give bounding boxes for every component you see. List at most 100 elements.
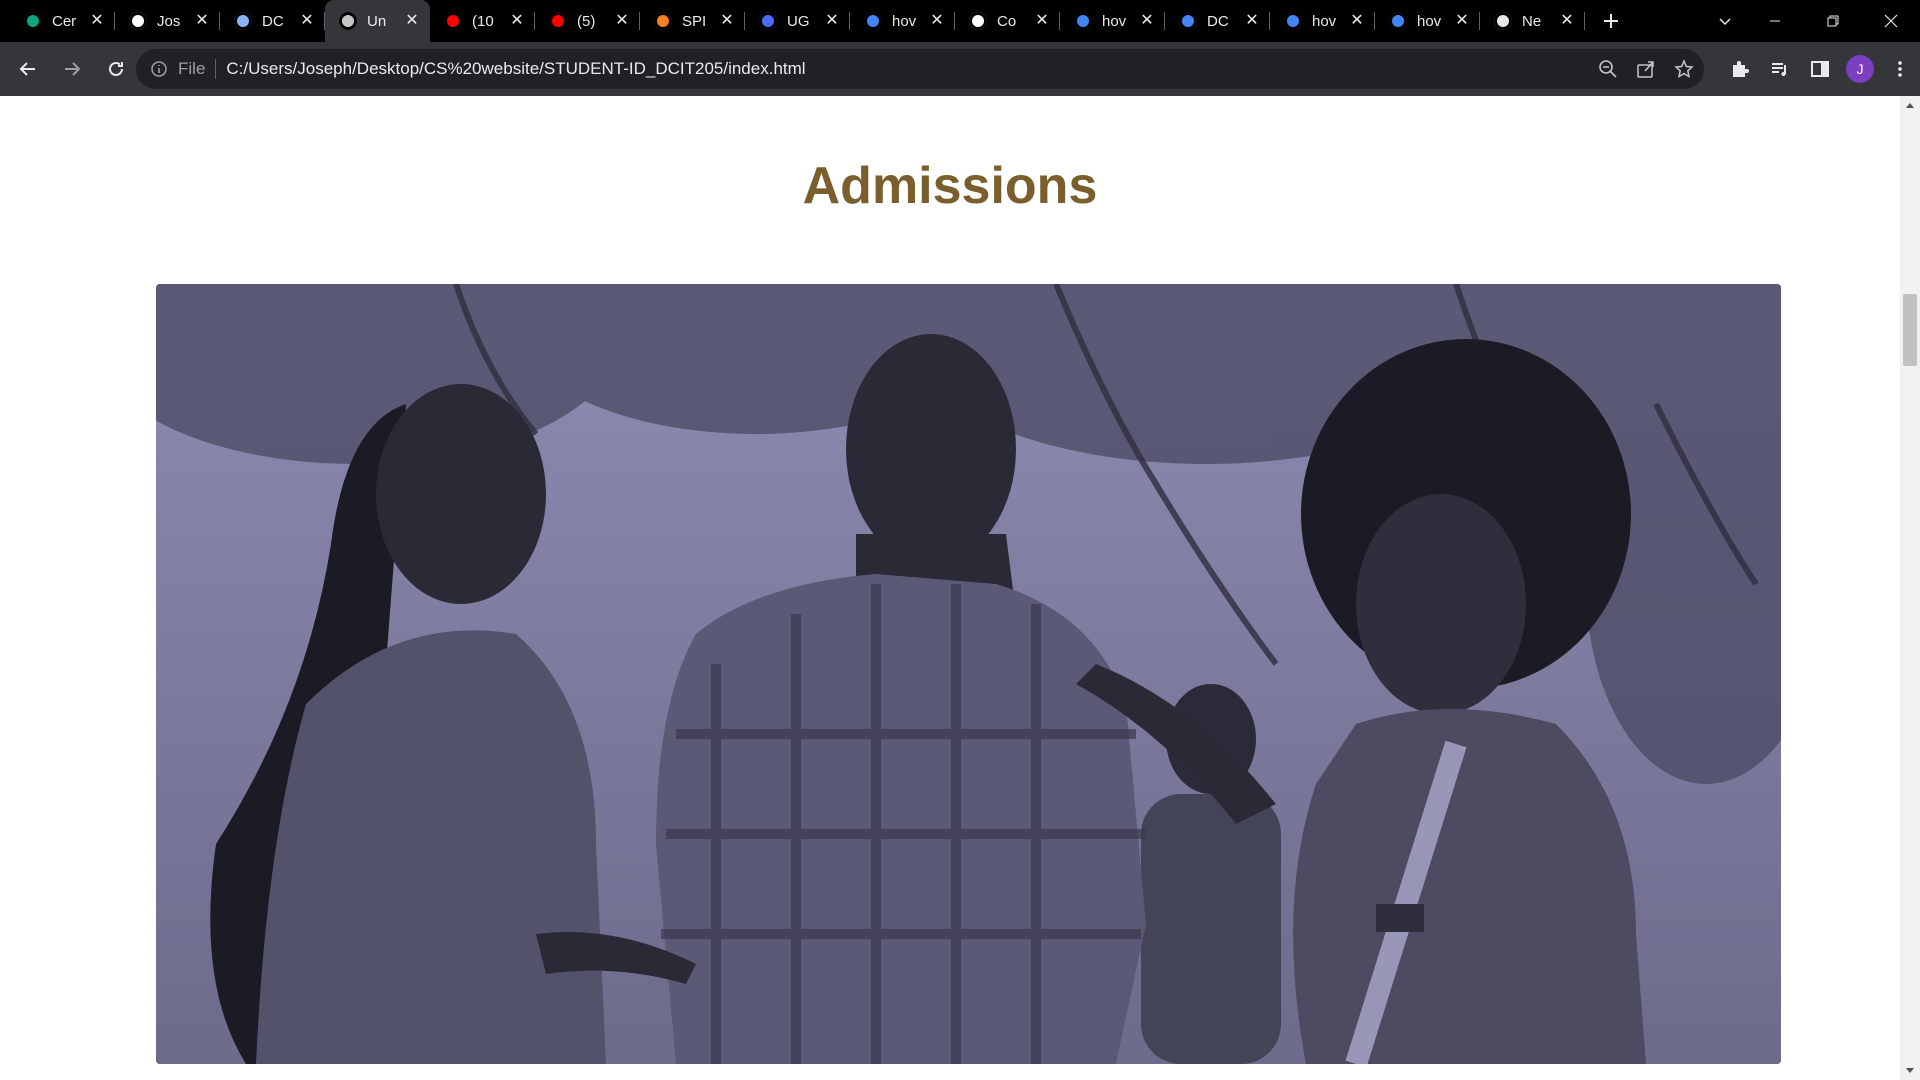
close-icon[interactable]: ✕ — [1034, 13, 1050, 29]
scroll-up-button[interactable] — [1900, 96, 1920, 114]
tab-title: hov — [892, 12, 917, 30]
github-icon — [129, 12, 147, 30]
tab-title: UG — [787, 12, 810, 30]
media-control-button[interactable] — [1766, 55, 1794, 83]
close-icon[interactable]: ✕ — [194, 13, 210, 29]
tab-separator — [1584, 12, 1585, 30]
tab-title: DC — [1207, 12, 1229, 30]
star-icon[interactable] — [1674, 59, 1694, 79]
address-bar[interactable]: File C:/Users/Joseph/Desktop/CS%20websit… — [136, 49, 1704, 89]
google-icon — [1389, 12, 1407, 30]
tab-title: Un — [367, 12, 387, 30]
tab-title: hov — [1312, 12, 1337, 30]
restore-icon — [1827, 15, 1839, 27]
close-icon[interactable]: ✕ — [89, 13, 105, 29]
browser-tab[interactable]: hov ✕ — [850, 0, 955, 42]
menu-button[interactable] — [1886, 55, 1914, 83]
caret-up-icon — [1906, 103, 1914, 108]
chatgpt-icon — [24, 12, 42, 30]
close-icon[interactable]: ✕ — [929, 13, 945, 29]
tab-title: Co — [997, 12, 1017, 30]
side-panel-button[interactable] — [1806, 55, 1834, 83]
students-photo-illustration — [156, 284, 1781, 1064]
url-text[interactable]: C:/Users/Joseph/Desktop/CS%20website/STU… — [226, 59, 805, 79]
browser-tab[interactable]: (10 ✕ — [430, 0, 535, 42]
browser-tab[interactable]: hov ✕ — [1375, 0, 1480, 42]
page-viewport: Admissions — [0, 96, 1900, 1080]
youtube-icon — [444, 12, 462, 30]
browser-tab[interactable]: DC ✕ — [1165, 0, 1270, 42]
browser-tab[interactable]: (5) ✕ — [535, 0, 640, 42]
share-icon[interactable] — [1636, 59, 1656, 79]
extensions-button[interactable] — [1726, 55, 1754, 83]
page-heading: Admissions — [802, 157, 1098, 215]
tab-title: hov — [1102, 12, 1127, 30]
browser-tab[interactable]: Ne ✕ — [1480, 0, 1585, 42]
arrow-left-icon — [19, 62, 35, 76]
globe-icon — [234, 12, 252, 30]
tab-title: hov — [1417, 12, 1442, 30]
tab-title: DC — [262, 12, 284, 30]
close-icon[interactable]: ✕ — [1349, 13, 1365, 29]
browser-tab[interactable]: Cer ✕ — [10, 0, 115, 42]
forward-button[interactable] — [52, 49, 92, 89]
tab-list: Cer ✕ Jos ✕ DC ✕ Un ✕ (10 ✕ (5) ✕ SPI ✕ UG ✕ hov ✕ Co ✕ hov ✕… — [0, 0, 1631, 42]
close-icon[interactable]: ✕ — [1139, 13, 1155, 29]
minimize-icon — [1770, 20, 1780, 22]
tab-search-button[interactable] — [1704, 0, 1746, 42]
new-tab-button[interactable] — [1591, 0, 1631, 42]
tab-title: Cer — [52, 12, 77, 30]
browser-tab[interactable]: Co ✕ — [955, 0, 1060, 42]
close-icon[interactable]: ✕ — [614, 13, 630, 29]
arrow-right-icon — [65, 62, 81, 76]
github-icon — [969, 12, 987, 30]
browser-tab[interactable]: Jos ✕ — [115, 0, 220, 42]
scroll-down-button[interactable] — [1900, 1062, 1920, 1080]
more-vert-icon — [1898, 61, 1902, 77]
back-button[interactable] — [8, 49, 48, 89]
page-icon — [339, 12, 357, 30]
caret-down-icon — [1906, 1068, 1914, 1073]
close-icon[interactable]: ✕ — [1244, 13, 1260, 29]
info-icon[interactable] — [150, 60, 168, 78]
profile-avatar[interactable]: J — [1846, 55, 1874, 83]
close-icon[interactable]: ✕ — [404, 13, 420, 29]
browser-tab[interactable]: hov ✕ — [1270, 0, 1375, 42]
restore-button[interactable] — [1804, 0, 1862, 42]
close-icon[interactable]: ✕ — [719, 13, 735, 29]
puzzle-icon — [1733, 61, 1749, 77]
minimize-button[interactable] — [1746, 0, 1804, 42]
scrollbar-thumb[interactable] — [1903, 294, 1917, 366]
google-icon — [1074, 12, 1092, 30]
address-divider — [215, 59, 217, 79]
close-icon[interactable]: ✕ — [1454, 13, 1470, 29]
playlist-icon — [1772, 63, 1786, 76]
browser-tab[interactable]: hov ✕ — [1060, 0, 1165, 42]
reload-button[interactable] — [96, 49, 136, 89]
vertical-scrollbar[interactable] — [1900, 96, 1920, 1080]
tab-title: Jos — [157, 12, 181, 30]
file-scheme-label: File — [178, 59, 206, 78]
browser-tab[interactable]: UG ✕ — [745, 0, 850, 42]
google-icon — [864, 12, 882, 30]
window-controls — [1746, 0, 1920, 42]
browser-tab[interactable]: DC ✕ — [220, 0, 325, 42]
tab-title: SPI — [682, 12, 707, 30]
zoom-out-icon[interactable] — [1598, 59, 1618, 79]
browser-tab[interactable]: Un ✕ — [325, 0, 430, 42]
close-icon[interactable]: ✕ — [1559, 13, 1575, 29]
close-icon — [1884, 14, 1898, 28]
reload-icon — [109, 61, 123, 76]
tab-title: (5) — [577, 12, 596, 30]
close-icon[interactable]: ✕ — [509, 13, 525, 29]
toolbar-actions: J — [1726, 42, 1914, 96]
arrow-icon — [759, 12, 777, 30]
stackoverflow-icon — [654, 12, 672, 30]
youtube-icon — [549, 12, 567, 30]
close-window-button[interactable] — [1862, 0, 1920, 42]
browser-tab[interactable]: SPI ✕ — [640, 0, 745, 42]
close-icon[interactable]: ✕ — [299, 13, 315, 29]
chrome-icon — [1494, 12, 1512, 30]
close-icon[interactable]: ✕ — [824, 13, 840, 29]
browser-toolbar: File C:/Users/Joseph/Desktop/CS%20websit… — [0, 42, 1920, 96]
